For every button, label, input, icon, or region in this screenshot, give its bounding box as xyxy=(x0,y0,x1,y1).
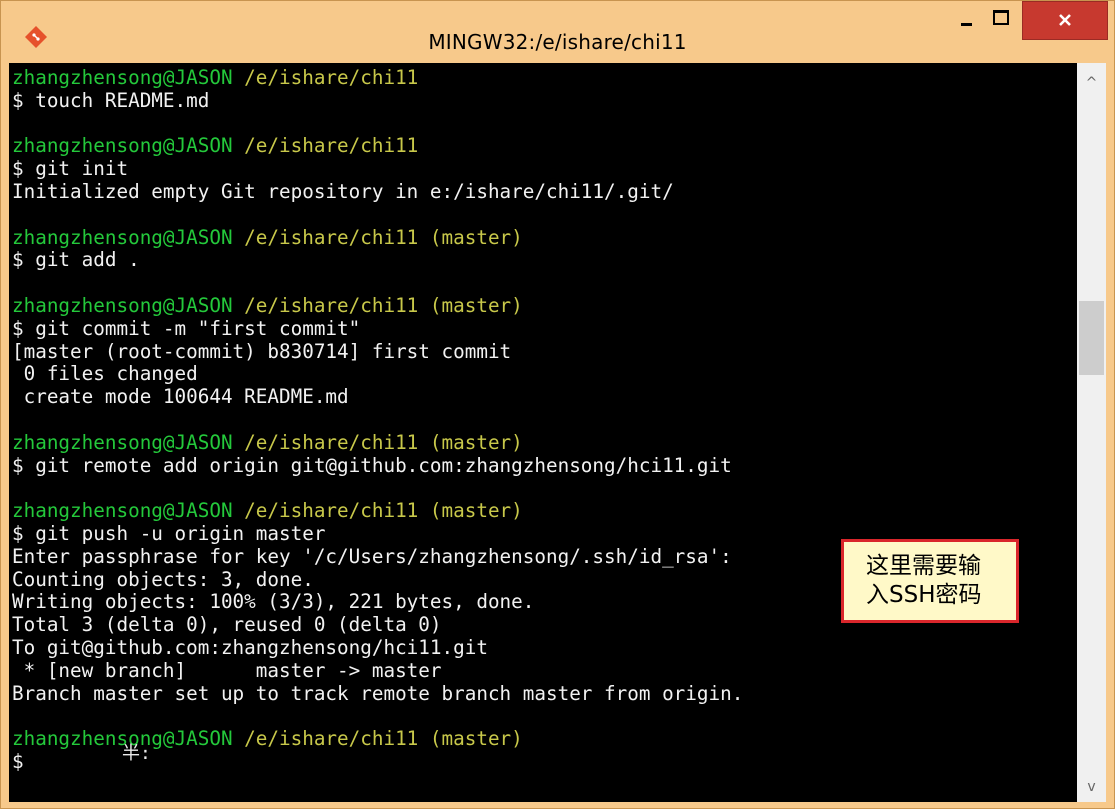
terminal-line: zhangzhensong@JASON /e/ishare/chi11 xyxy=(12,134,743,158)
line-text: $ git remote add origin git@github.com:z… xyxy=(12,453,732,477)
terminal-lines: zhangzhensong@JASON /e/ishare/chi11 $ tou… xyxy=(12,66,744,774)
line-text: $ git add . xyxy=(12,248,140,272)
terminal-window: MINGW32:/e/ishare/chi11 zhangzhensong@JA… xyxy=(0,0,1115,809)
terminal-line: Initialized empty Git repository in e:/i… xyxy=(12,179,743,204)
line-text: $ touch README.md xyxy=(12,88,210,112)
terminal-line: $ git init xyxy=(12,157,743,181)
prompt-path: /e/ishare/chi11 (master) xyxy=(232,499,523,523)
terminal-line: Branch master set up to track remote bra… xyxy=(12,681,744,706)
maximize-icon xyxy=(993,10,1009,25)
line-text: Total 3 (delta 0), reused 0 (delta 0) xyxy=(12,613,442,637)
terminal-line: zhangzhensong@JASON /e/ishare/chi11 xyxy=(12,66,743,90)
terminal-line: Enter passphrase for key '/c/Users/zhang… xyxy=(12,544,743,569)
prompt-path: /e/ishare/chi11 xyxy=(232,134,419,158)
prompt-user: zhangzhensong@JASON xyxy=(12,430,233,454)
terminal-line: Total 3 (delta 0), reused 0 (delta 0) xyxy=(12,613,743,637)
line-text: $ xyxy=(12,749,24,773)
prompt-path: /e/ishare/chi11 (master) xyxy=(232,727,523,751)
terminal-line: $ git push -u origin master xyxy=(12,521,743,546)
ime-indicator: 半: xyxy=(122,743,151,764)
terminal-output[interactable]: zhangzhensong@JASON /e/ishare/chi11 $ tou… xyxy=(9,63,1077,802)
maximize-button[interactable] xyxy=(983,1,1019,39)
scroll-down-icon[interactable]: v xyxy=(1077,773,1106,801)
terminal-line: Counting objects: 3, done. xyxy=(12,567,743,592)
terminal-line: $ git commit -m "first commit" xyxy=(12,316,743,341)
prompt-path: /e/ishare/chi11 xyxy=(232,66,419,89)
prompt-path: /e/ishare/chi11 (master) xyxy=(232,225,523,249)
line-text: create mode 100644 README.md xyxy=(12,385,349,409)
terminal-line: $ git remote add origin git@github.com:z… xyxy=(12,453,743,478)
line-text: Writing objects: 100% (3/3), 221 bytes, … xyxy=(12,590,535,614)
line-text: $ git init xyxy=(12,157,129,181)
line-text: * [new branch] master -> master xyxy=(12,658,442,682)
prompt-user: zhangzhensong@JASON xyxy=(12,134,233,158)
line-text: Branch master set up to track remote bra… xyxy=(12,681,744,705)
terminal-line: 0 files changed xyxy=(12,362,743,386)
line-text: Counting objects: 3, done. xyxy=(12,567,314,591)
close-icon xyxy=(1059,14,1071,26)
annotation-callout: 这里需要输 入SSH密码 xyxy=(841,539,1019,623)
prompt-path: /e/ishare/chi11 (master) xyxy=(232,293,523,317)
minimize-button[interactable] xyxy=(948,1,982,39)
prompt-path: /e/ishare/chi11 (master) xyxy=(232,430,523,454)
terminal-line: create mode 100644 README.md xyxy=(12,385,743,409)
terminal-line: zhangzhensong@JASON /e/ishare/chi11 (mas… xyxy=(12,430,743,455)
prompt-user: zhangzhensong@JASON xyxy=(12,293,233,317)
prompt-user: zhangzhensong@JASON xyxy=(12,225,233,249)
prompt-user: zhangzhensong@JASON xyxy=(12,66,233,89)
line-text: 0 files changed xyxy=(12,362,198,386)
line-text: Initialized empty Git repository in e:/i… xyxy=(12,179,674,203)
terminal-line: zhangzhensong@JASON /e/ishare/chi11 (mas… xyxy=(12,293,743,318)
terminal-line: * [new branch] master -> master xyxy=(12,658,743,683)
terminal-line: [master (root-commit) b830714] first com… xyxy=(12,339,743,364)
terminal-line: $ touch README.md xyxy=(12,88,743,113)
close-button[interactable] xyxy=(1022,1,1108,40)
title-bar[interactable]: MINGW32:/e/ishare/chi11 xyxy=(1,1,1114,63)
scroll-up-icon[interactable]: ^ xyxy=(1077,69,1106,97)
line-text: $ git commit -m "first commit" xyxy=(12,316,361,340)
line-text: [master (root-commit) b830714] first com… xyxy=(12,339,512,363)
vertical-scrollbar[interactable]: ^ v xyxy=(1077,63,1106,802)
scroll-thumb[interactable] xyxy=(1079,301,1104,375)
terminal-line: $ git add . xyxy=(12,248,743,272)
prompt-user: zhangzhensong@JASON xyxy=(12,499,233,523)
minimize-icon xyxy=(961,23,972,26)
line-text: To git@github.com:zhangzhensong/hci11.gi… xyxy=(12,635,488,659)
line-text: $ git push -u origin master xyxy=(12,521,326,545)
terminal-line: To git@github.com:zhangzhensong/hci11.gi… xyxy=(12,635,743,660)
terminal-line: Writing objects: 100% (3/3), 221 bytes, … xyxy=(12,590,743,614)
terminal-line: zhangzhensong@JASON /e/ishare/chi11 (mas… xyxy=(12,225,743,250)
terminal-line: zhangzhensong@JASON /e/ishare/chi11 (mas… xyxy=(12,499,743,523)
line-text: Enter passphrase for key '/c/Users/zhang… xyxy=(12,544,732,568)
